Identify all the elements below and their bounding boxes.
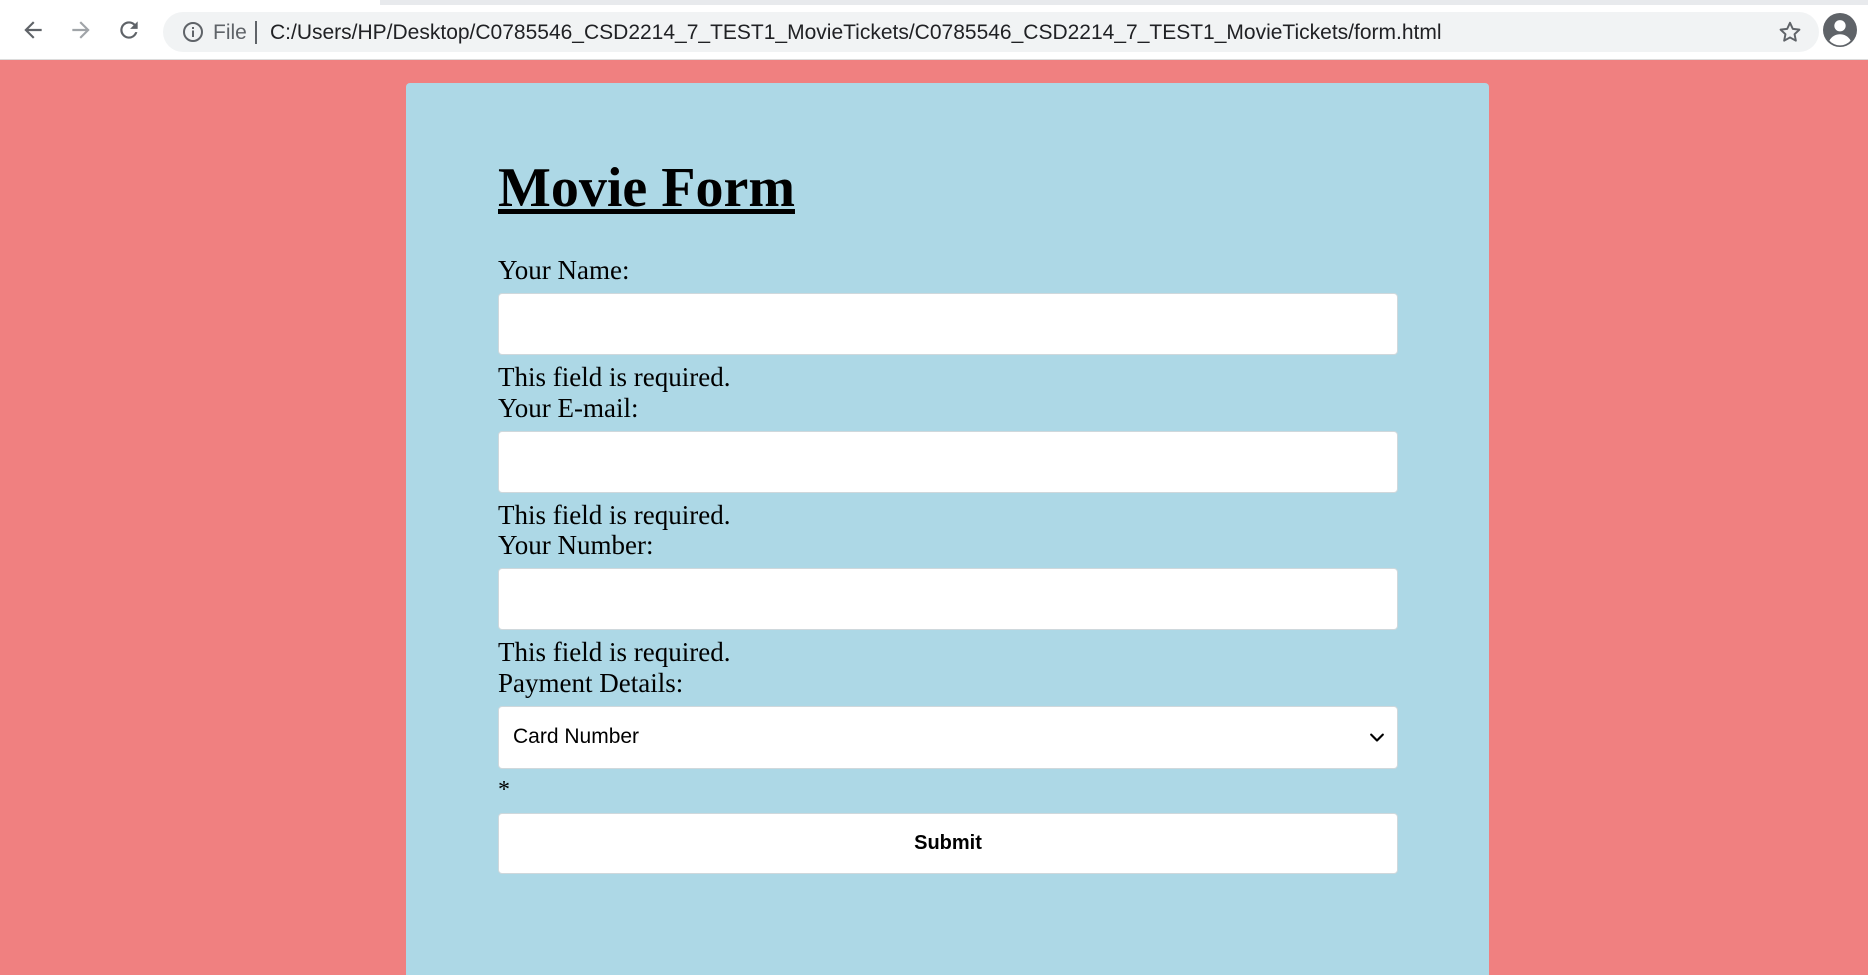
reload-button[interactable] [113, 14, 145, 46]
number-label: Your Number: [498, 530, 654, 560]
number-input[interactable] [498, 568, 1398, 630]
profile-avatar-icon[interactable] [1823, 13, 1857, 47]
payment-label: Payment Details: [498, 668, 684, 698]
reload-icon [120, 21, 138, 39]
address-bar[interactable]: File C:/Users/HP/Desktop/C0785546_CSD221… [163, 12, 1819, 52]
email-error-text: This field is required. [498, 500, 731, 530]
back-button[interactable] [17, 14, 49, 46]
bookmark-star-icon[interactable] [1777, 19, 1803, 45]
tab-strip [380, 0, 1868, 5]
browser-toolbar: File C:/Users/HP/Desktop/C0785546_CSD221… [0, 0, 1868, 60]
name-label: Your Name: [498, 255, 630, 285]
chevron-down-icon [1370, 733, 1384, 742]
number-error-text: This field is required. [498, 637, 731, 667]
form-card: Movie Form Your Name: This field is requ… [406, 83, 1489, 975]
page-title: Movie Form [498, 157, 795, 219]
omnibox-divider [255, 21, 257, 44]
info-icon[interactable] [181, 20, 205, 44]
submit-button[interactable]: Submit [498, 813, 1398, 874]
name-error-text: This field is required. [498, 362, 731, 392]
required-asterisk: * [498, 777, 510, 803]
forward-arrow-icon [72, 21, 90, 39]
email-input[interactable] [498, 431, 1398, 493]
file-scheme-label: File [213, 21, 247, 44]
back-arrow-icon [24, 21, 42, 39]
name-input[interactable] [498, 293, 1398, 355]
email-label: Your E-mail: [498, 393, 639, 423]
payment-selected-value: Card Number [513, 725, 640, 748]
forward-button[interactable] [65, 14, 97, 46]
url-text[interactable]: C:/Users/HP/Desktop/C0785546_CSD2214_7_T… [270, 21, 1442, 45]
payment-select[interactable]: Card Number [498, 706, 1398, 769]
